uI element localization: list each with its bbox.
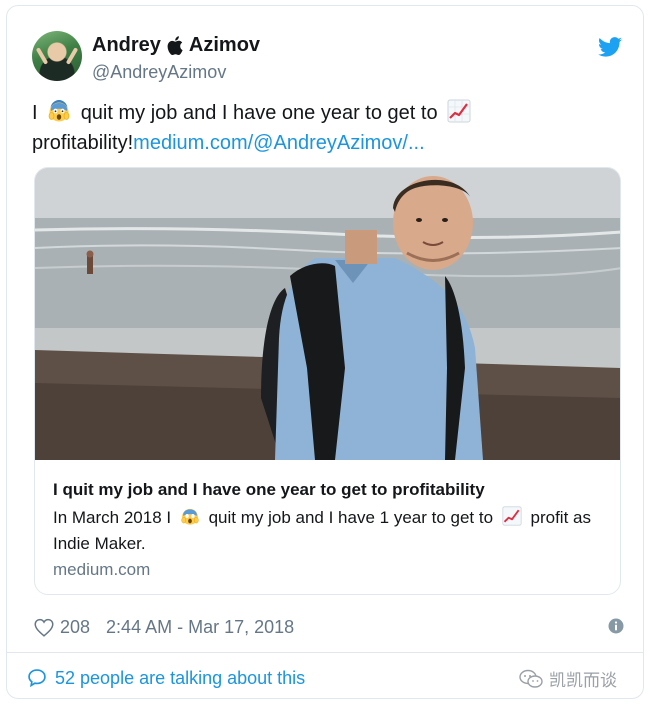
first-name: Andrey bbox=[92, 34, 161, 56]
chat-bubble-icon bbox=[28, 669, 46, 688]
tweet-text-part3: profitability! bbox=[32, 132, 134, 154]
card-description: In March 2018 I quit my job and I have 1… bbox=[53, 505, 613, 557]
chart-increasing-emoji-icon bbox=[502, 506, 522, 526]
footer-divider bbox=[6, 652, 644, 653]
tweet-card: Andrey Azimov @AndreyAzimov I quit my jo… bbox=[6, 5, 644, 699]
timestamp[interactable]: 2:44 AM - Mar 17, 2018 bbox=[106, 617, 294, 638]
card-desc-part1: In March 2018 I bbox=[53, 508, 172, 527]
user-handle[interactable]: @AndreyAzimov bbox=[92, 60, 260, 84]
tweet-text-part1: I bbox=[32, 102, 38, 124]
tweet-header: Andrey Azimov @AndreyAzimov bbox=[32, 31, 622, 84]
tweet-text: I quit my job and I have one year to get… bbox=[32, 98, 622, 158]
wechat-icon bbox=[519, 669, 543, 688]
chart-increasing-emoji-icon bbox=[447, 99, 471, 123]
like-count[interactable]: 208 bbox=[60, 617, 90, 638]
watermark-text: 凯凯而谈 bbox=[549, 671, 617, 690]
card-domain: medium.com bbox=[53, 560, 151, 579]
info-icon[interactable] bbox=[608, 618, 624, 634]
last-name: Azimov bbox=[188, 34, 261, 56]
author-names: Andrey Azimov @AndreyAzimov bbox=[92, 33, 260, 84]
heart-icon[interactable] bbox=[34, 618, 54, 637]
scream-emoji-icon bbox=[181, 508, 199, 525]
scream-emoji-icon bbox=[48, 100, 70, 122]
display-name[interactable]: Andrey Azimov bbox=[92, 33, 260, 57]
conversation-footer[interactable]: 52 people are talking about this 凯凯而谈 bbox=[27, 665, 617, 691]
watermark: 凯凯而谈 bbox=[519, 666, 617, 691]
conversation-count[interactable]: 52 people are talking about this bbox=[55, 668, 305, 689]
card-desc-part2: quit my job and I have 1 year to get to bbox=[208, 508, 494, 527]
tweet-text-part2: quit my job and I have one year to get t… bbox=[80, 102, 438, 124]
tweet-meta: 208 2:44 AM - Mar 17, 2018 bbox=[34, 614, 624, 640]
twitter-bird-icon[interactable] bbox=[598, 37, 622, 57]
tweet-link[interactable]: medium.com/@AndreyAzimov/... bbox=[133, 132, 425, 154]
beach-photo bbox=[35, 168, 620, 460]
card-image bbox=[35, 168, 620, 460]
avatar[interactable] bbox=[32, 31, 82, 81]
card-title: I quit my job and I have one year to get… bbox=[53, 480, 485, 499]
link-preview-card[interactable]: I quit my job and I have one year to get… bbox=[34, 167, 621, 595]
apple-icon bbox=[167, 35, 183, 55]
